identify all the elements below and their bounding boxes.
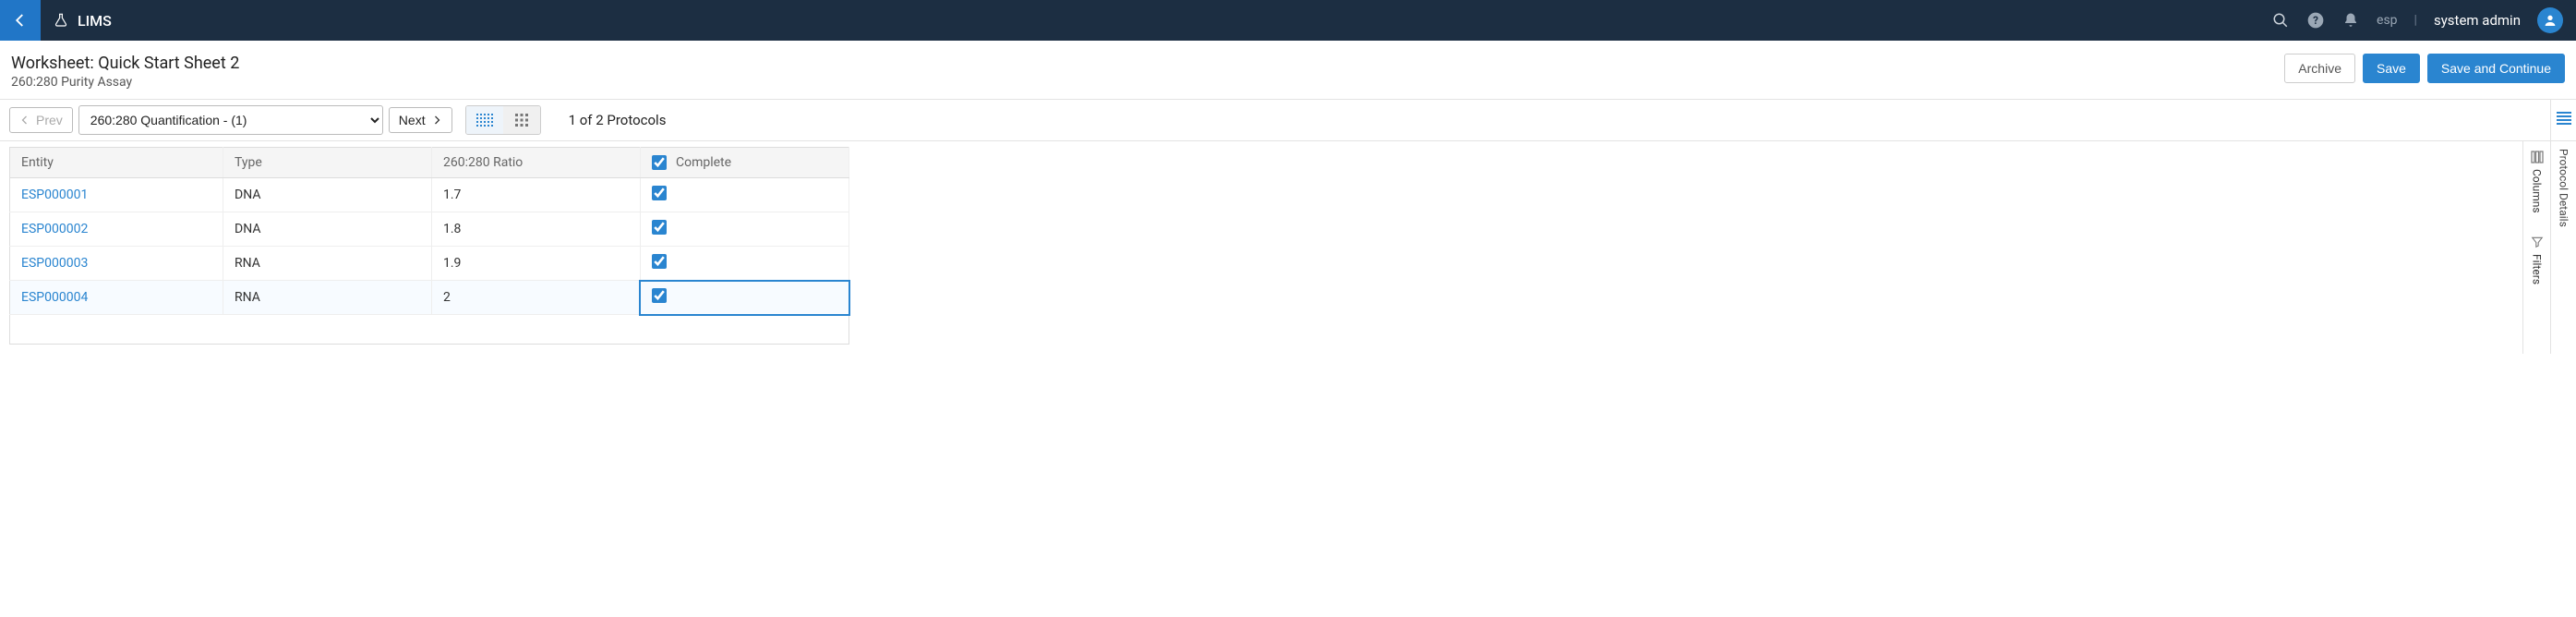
ratio-cell[interactable]: 1.8 [432, 212, 641, 247]
ratio-cell[interactable]: 1.9 [432, 247, 641, 281]
back-button[interactable] [0, 0, 41, 41]
menu-lines-icon[interactable] [2557, 112, 2571, 128]
complete-cell[interactable] [640, 247, 849, 281]
type-cell: DNA [223, 178, 432, 212]
type-cell: DNA [223, 212, 432, 247]
topbar-actions: ? esp | system admin [2271, 7, 2576, 33]
complete-all-checkbox[interactable] [652, 155, 667, 170]
page-title: Worksheet: Quick Start Sheet 2 [11, 54, 239, 73]
columns-panel-toggle[interactable]: Columns [2531, 151, 2544, 213]
complete-header-label: Complete [676, 155, 731, 170]
prev-label: Prev [36, 113, 63, 127]
sidepanel-protocol-details[interactable]: Protocol Details [2550, 141, 2576, 354]
brand: LIMS [41, 12, 125, 30]
data-table: Entity Type 260:280 Ratio Complete ESP00… [9, 147, 849, 345]
chevron-left-icon [19, 115, 30, 126]
user-scope: esp [2377, 13, 2398, 28]
complete-checkbox[interactable] [652, 254, 667, 269]
brand-text: LIMS [78, 12, 112, 30]
chevron-right-icon [431, 115, 442, 126]
columns-icon [2531, 151, 2544, 163]
grid-view-button[interactable] [466, 106, 503, 134]
view-toggle [465, 105, 541, 135]
table-row[interactable]: ESP000004 RNA2 [10, 281, 849, 315]
table-row[interactable]: ESP000002 DNA1.8 [10, 212, 849, 247]
protocol-count: 1 of 2 Protocols [569, 112, 667, 128]
person-icon [2543, 13, 2558, 28]
protocol-select[interactable]: 260:280 Quantification - (1) [78, 105, 383, 135]
archive-button[interactable]: Archive [2284, 54, 2355, 83]
protocol-details-label: Protocol Details [2558, 149, 2570, 227]
grid-sparse-button[interactable] [503, 106, 540, 134]
col-header-complete[interactable]: Complete [640, 148, 849, 178]
user-name[interactable]: system admin [2434, 12, 2521, 29]
table-area: Entity Type 260:280 Ratio Complete ESP00… [0, 141, 2522, 354]
entity-link[interactable]: ESP000004 [21, 290, 88, 305]
search-icon[interactable] [2271, 11, 2290, 30]
complete-cell[interactable] [640, 178, 849, 212]
next-label: Next [399, 113, 426, 127]
columns-label: Columns [2531, 169, 2544, 213]
entity-link[interactable]: ESP000001 [21, 188, 88, 202]
complete-checkbox[interactable] [652, 186, 667, 200]
header-row: Worksheet: Quick Start Sheet 2 260:280 P… [0, 41, 2576, 99]
flask-icon [54, 12, 68, 29]
avatar[interactable] [2537, 7, 2563, 33]
topbar: LIMS ? esp | system admin [0, 0, 2576, 41]
sidepanel-table-tools: Columns Filters [2522, 141, 2550, 354]
entity-link[interactable]: ESP000002 [21, 222, 88, 236]
table-row[interactable]: ESP000001 DNA1.7 [10, 178, 849, 212]
filter-icon [2531, 236, 2544, 248]
save-button[interactable]: Save [2363, 54, 2420, 83]
toolbar: Prev 260:280 Quantification - (1) Next 1… [0, 99, 2550, 141]
bell-icon[interactable] [2341, 11, 2360, 30]
col-header-entity[interactable]: Entity [10, 148, 223, 178]
grid-dense-icon [476, 114, 493, 127]
prev-button[interactable]: Prev [9, 107, 73, 133]
type-cell: RNA [223, 281, 432, 315]
col-header-ratio[interactable]: 260:280 Ratio [432, 148, 641, 178]
complete-checkbox[interactable] [652, 288, 667, 303]
svg-text:?: ? [2313, 14, 2318, 27]
next-button[interactable]: Next [389, 107, 452, 133]
help-icon[interactable]: ? [2306, 11, 2325, 30]
type-cell: RNA [223, 247, 432, 281]
col-header-type[interactable]: Type [223, 148, 432, 178]
complete-cell[interactable] [640, 212, 849, 247]
grid-sparse-icon [515, 114, 528, 127]
table-row[interactable]: ESP000003 RNA1.9 [10, 247, 849, 281]
chevron-left-icon [12, 12, 29, 29]
complete-checkbox[interactable] [652, 220, 667, 235]
content: Entity Type 260:280 Ratio Complete ESP00… [0, 141, 2576, 354]
ratio-cell[interactable]: 2 [432, 281, 641, 315]
filters-label: Filters [2531, 254, 2544, 284]
filters-panel-toggle[interactable]: Filters [2531, 236, 2544, 284]
save-continue-button[interactable]: Save and Continue [2427, 54, 2565, 83]
complete-cell[interactable] [640, 281, 849, 315]
page-subtitle: 260:280 Purity Assay [11, 75, 239, 90]
divider: | [2414, 13, 2417, 28]
entity-link[interactable]: ESP000003 [21, 256, 88, 271]
ratio-cell[interactable]: 1.7 [432, 178, 641, 212]
